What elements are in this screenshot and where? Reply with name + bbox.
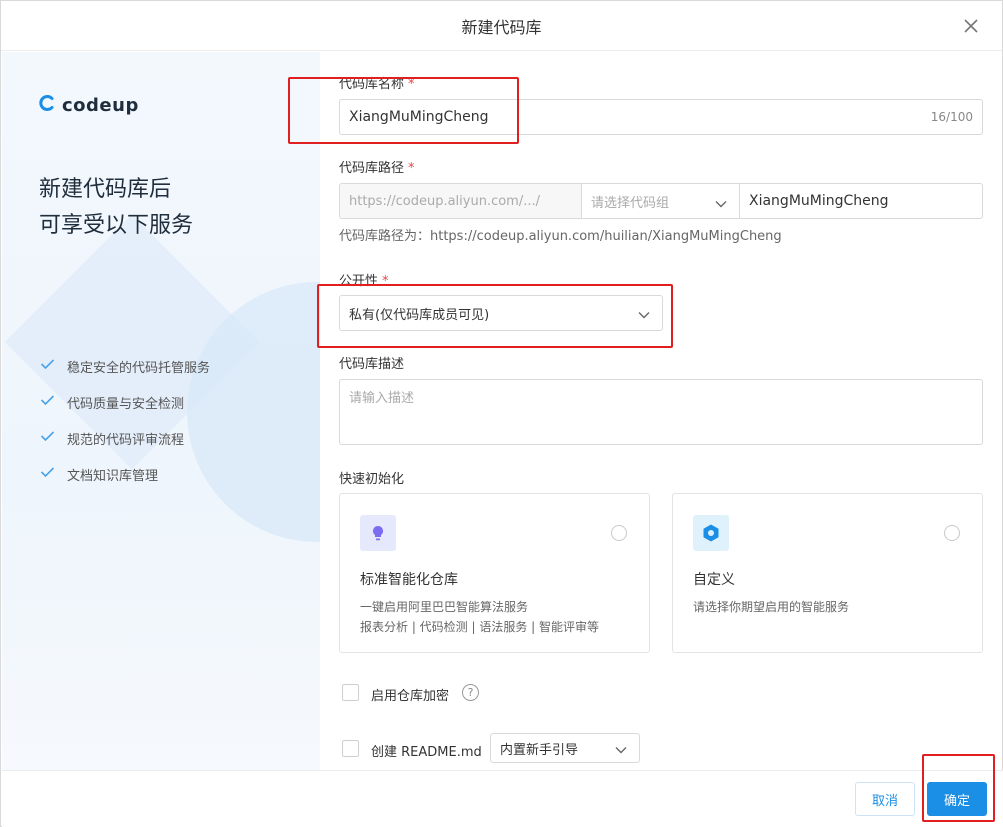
radio-custom[interactable] — [944, 525, 960, 541]
required-mark: * — [382, 274, 389, 289]
promo-headline-line1: 新建代码库后 — [39, 177, 172, 202]
radio-standard[interactable] — [611, 525, 627, 541]
lightbulb-icon — [360, 515, 396, 551]
feature-item: 稳定安全的代码托管服务 — [40, 348, 210, 384]
promo-panel: codeup 新建代码库后 可享受以下服务 稳定安全的代码托管服务 代码质量与安… — [2, 52, 320, 770]
brand-name: codeup — [62, 94, 139, 116]
description-label: 代码库描述 — [339, 357, 405, 372]
visibility-value: 私有(仅代码库成员可见) — [349, 307, 490, 323]
card-description: 请选择你期望启用的智能服务 — [693, 597, 849, 617]
card-desc-line1: 请选择你期望启用的智能服务 — [693, 600, 850, 614]
help-icon[interactable]: ? — [462, 684, 479, 701]
code-group-select[interactable]: 请选择代码组 — [581, 183, 740, 219]
card-title: 自定义 — [693, 572, 735, 588]
card-desc-line2: 报表分析 | 代码检测 | 语法服务 | 智能评审等 — [360, 620, 600, 634]
readme-template-select[interactable]: 内置新手引导 — [490, 733, 640, 763]
encryption-label: 启用仓库加密 — [371, 689, 450, 704]
confirm-button[interactable]: 确定 — [927, 782, 987, 816]
feature-label: 代码质量与安全检测 — [67, 396, 185, 412]
visibility-label: 公开性 * — [339, 270, 389, 289]
quick-init-label: 快速初始化 — [339, 472, 405, 487]
repo-path-value: XiangMuMingCheng — [749, 193, 889, 209]
card-desc-line1: 一键启用阿里巴巴智能算法服务 — [360, 600, 529, 614]
card-description: 一键启用阿里巴巴智能算法服务 报表分析 | 代码检测 | 语法服务 | 智能评审… — [360, 597, 599, 637]
feature-label: 文档知识库管理 — [67, 468, 159, 484]
dialog-footer: 取消 确定 — [2, 770, 1003, 827]
repo-path-input[interactable]: XiangMuMingCheng — [739, 183, 983, 219]
feature-item: 代码质量与安全检测 — [40, 384, 210, 420]
codeup-logo-icon — [38, 94, 56, 116]
feature-label: 稳定安全的代码托管服务 — [67, 360, 211, 376]
repo-name-label: 代码库名称 * — [339, 73, 415, 92]
repo-name-input[interactable]: XiangMuMingCheng 16/100 — [339, 99, 983, 135]
readme-template-value: 内置新手引导 — [500, 742, 579, 758]
repo-path-label-text: 代码库路径 — [339, 161, 405, 176]
visibility-label-text: 公开性 — [339, 274, 379, 289]
readme-checkbox[interactable] — [342, 740, 359, 757]
dialog-header: 新建代码库 — [1, 1, 1002, 51]
chevron-down-icon — [715, 196, 727, 212]
code-group-placeholder: 请选择代码组 — [591, 195, 670, 211]
promo-headline: 新建代码库后 可享受以下服务 — [39, 172, 193, 244]
description-placeholder: 请输入描述 — [349, 391, 415, 406]
init-card-standard[interactable]: 标准智能化仓库 一键启用阿里巴巴智能算法服务 报表分析 | 代码检测 | 语法服… — [339, 493, 650, 653]
repo-path-label: 代码库路径 * — [339, 157, 415, 176]
path-prefix-text: https://codeup.aliyun.com/.../ — [349, 193, 540, 209]
description-textarea[interactable]: 请输入描述 — [339, 379, 983, 445]
encryption-checkbox[interactable] — [342, 684, 359, 701]
feature-item: 文档知识库管理 — [40, 456, 210, 492]
check-icon — [40, 358, 55, 374]
hexagon-icon — [693, 515, 729, 551]
codeup-logo: codeup — [38, 94, 139, 116]
close-icon[interactable] — [960, 15, 982, 37]
init-card-custom[interactable]: 自定义 请选择你期望启用的智能服务 — [672, 493, 983, 653]
new-repo-dialog: 新建代码库 codeup 新建代码库后 可享受以下服务 稳定安全的代码托管服务 — [0, 0, 1003, 827]
visibility-select[interactable]: 私有(仅代码库成员可见) — [339, 295, 663, 331]
cancel-button[interactable]: 取消 — [855, 782, 915, 816]
check-icon — [40, 394, 55, 410]
repo-path-hint: 代码库路径为：https://codeup.aliyun.com/huilian… — [339, 229, 782, 244]
chevron-down-icon — [615, 743, 627, 758]
promo-headline-line2: 可享受以下服务 — [39, 213, 194, 238]
required-mark: * — [408, 77, 415, 92]
feature-list: 稳定安全的代码托管服务 代码质量与安全检测 规范的代码评审流程 文档知识库管理 — [40, 348, 210, 492]
card-title: 标准智能化仓库 — [360, 572, 458, 588]
repo-name-label-text: 代码库名称 — [339, 77, 405, 92]
path-prefix: https://codeup.aliyun.com/.../ — [339, 183, 582, 219]
check-icon — [40, 430, 55, 446]
readme-label: 创建 README.md — [371, 745, 482, 760]
chevron-down-icon — [638, 308, 650, 323]
required-mark: * — [408, 161, 415, 176]
feature-label: 规范的代码评审流程 — [67, 432, 185, 448]
feature-item: 规范的代码评审流程 — [40, 420, 210, 456]
char-count: 16/100 — [930, 110, 973, 124]
dialog-title: 新建代码库 — [461, 17, 542, 37]
check-icon — [40, 466, 55, 482]
repo-name-value: XiangMuMingCheng — [349, 109, 489, 125]
